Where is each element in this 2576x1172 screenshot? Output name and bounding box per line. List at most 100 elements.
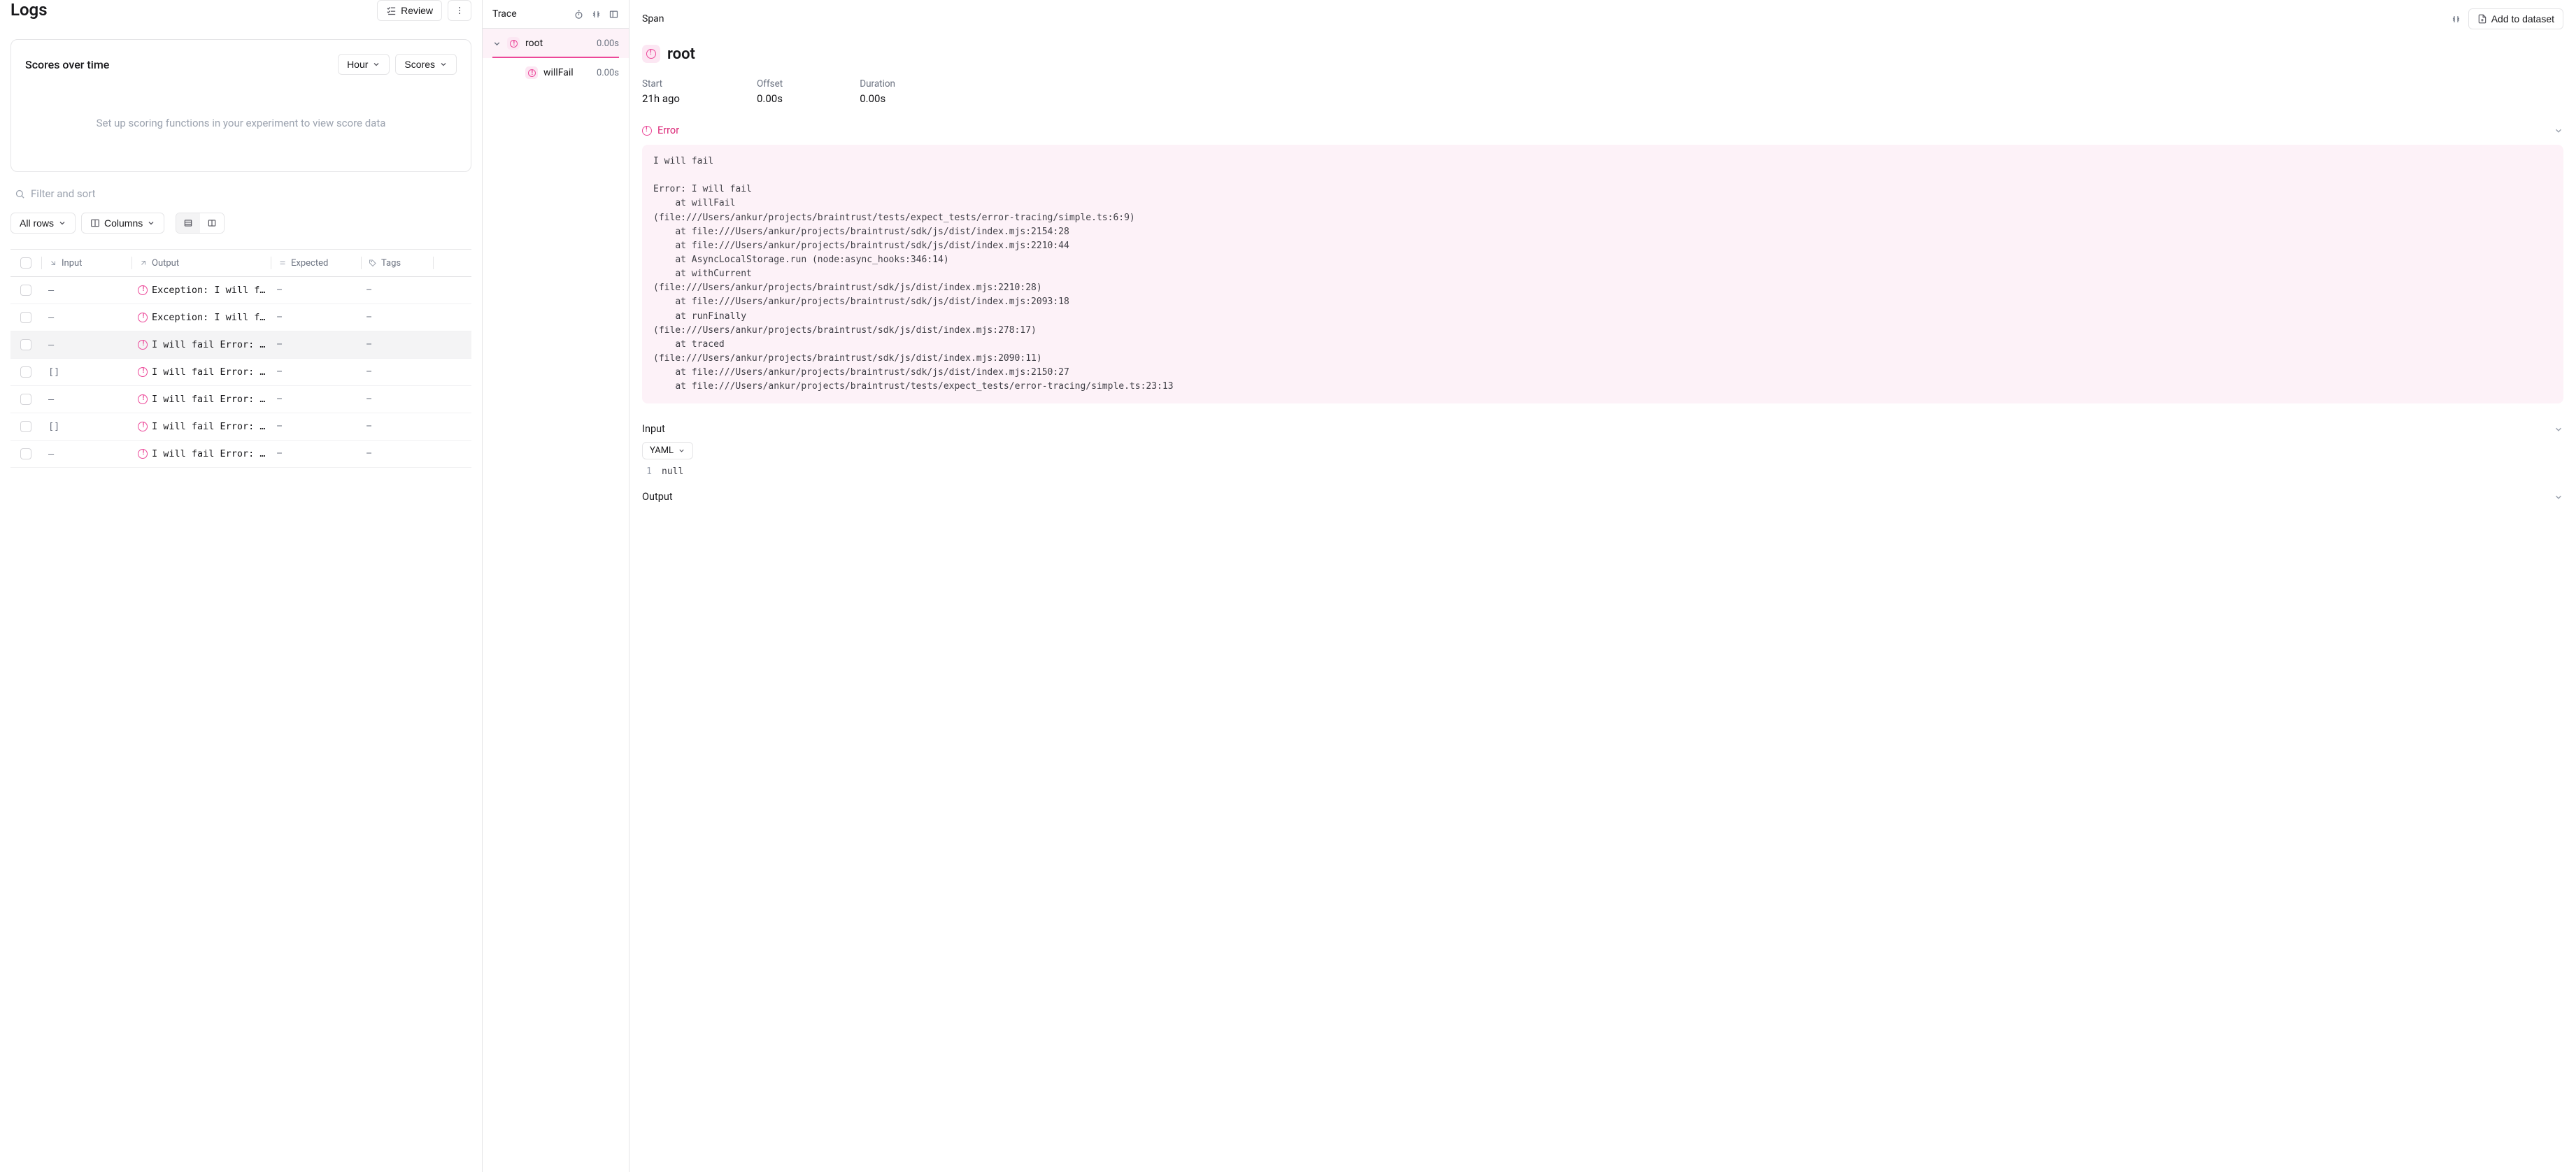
more-menu-button[interactable] xyxy=(448,0,471,21)
collapse-icon[interactable] xyxy=(591,9,602,20)
chevron-down-icon[interactable] xyxy=(492,39,501,48)
cell-tags: – xyxy=(366,312,372,323)
split-view-icon xyxy=(207,218,217,228)
cell-expected: – xyxy=(276,448,283,459)
cell-input: – xyxy=(48,312,54,323)
filter-placeholder: Filter and sort xyxy=(31,187,96,200)
search-icon xyxy=(15,189,25,199)
error-icon xyxy=(138,422,148,431)
metric-label: Scores xyxy=(404,59,435,70)
input-section-title[interactable]: Input xyxy=(642,423,665,435)
chevron-down-icon[interactable] xyxy=(2554,492,2563,502)
error-badge xyxy=(507,37,520,50)
cell-output: I will fail Error: … xyxy=(152,366,266,378)
error-icon xyxy=(138,285,148,295)
col-header-output[interactable]: Output xyxy=(132,250,271,276)
chevron-down-icon xyxy=(678,447,685,455)
trace-item[interactable]: willFail0.00s xyxy=(483,58,629,87)
table-row[interactable]: []I will fail Error: …–– xyxy=(10,413,471,441)
cell-output: Exception: I will f… xyxy=(152,285,266,296)
input-line-number: 1 xyxy=(642,466,652,477)
filter-input[interactable]: Filter and sort xyxy=(10,187,471,200)
error-icon xyxy=(138,313,148,322)
add-to-dataset-label: Add to dataset xyxy=(2491,13,2554,24)
logs-table: Input Output Expected Tags xyxy=(10,249,471,468)
view-toggle xyxy=(176,213,225,234)
table-row[interactable]: –Exception: I will f…–– xyxy=(10,277,471,304)
trace-item[interactable]: root 0.00s xyxy=(483,29,629,58)
stopwatch-icon[interactable] xyxy=(574,9,584,20)
table-row[interactable]: –I will fail Error: …–– xyxy=(10,441,471,468)
row-checkbox[interactable] xyxy=(20,339,31,350)
row-checkbox[interactable] xyxy=(20,285,31,296)
select-all-checkbox[interactable] xyxy=(20,257,31,269)
columns-button[interactable]: Columns xyxy=(81,213,164,234)
col-header-input[interactable]: Input xyxy=(42,250,131,276)
error-icon xyxy=(646,49,656,59)
more-vertical-icon xyxy=(455,6,464,15)
metric-select[interactable]: Scores xyxy=(395,54,457,75)
cell-expected: – xyxy=(276,421,283,432)
cell-expected: – xyxy=(276,366,283,378)
span-label: Span xyxy=(642,13,664,24)
meta-offset-value: 0.00s xyxy=(757,92,783,105)
col-header-expected[interactable]: Expected xyxy=(271,250,361,276)
cell-expected: – xyxy=(276,312,283,323)
columns-icon xyxy=(90,218,100,228)
review-button[interactable]: Review xyxy=(377,0,442,21)
error-icon xyxy=(138,367,148,377)
cell-input: [] xyxy=(48,366,59,378)
chevron-down-icon[interactable] xyxy=(2554,126,2563,136)
cell-input: – xyxy=(48,448,54,459)
row-checkbox[interactable] xyxy=(20,421,31,432)
meta-duration-label: Duration xyxy=(860,78,895,90)
row-checkbox[interactable] xyxy=(20,448,31,459)
time-bucket-select[interactable]: Hour xyxy=(338,54,390,75)
error-text: I will fail Error: I will fail at willFa… xyxy=(642,145,2563,403)
arrow-down-right-icon xyxy=(49,259,57,267)
scores-empty-message: Set up scoring functions in your experim… xyxy=(25,75,457,157)
output-section-title[interactable]: Output xyxy=(642,491,673,503)
table-row[interactable]: []I will fail Error: …–– xyxy=(10,359,471,386)
error-icon xyxy=(138,394,148,404)
view-list-button[interactable] xyxy=(176,213,200,233)
chevron-down-icon[interactable] xyxy=(2554,424,2563,434)
cell-input: – xyxy=(48,285,54,296)
cell-output: I will fail Error: … xyxy=(152,394,266,405)
panel-icon[interactable] xyxy=(609,9,619,20)
error-icon xyxy=(510,40,518,48)
chevron-down-icon xyxy=(439,60,448,69)
trace-item-duration: 0.00s xyxy=(597,38,619,49)
equals-icon xyxy=(278,259,287,267)
row-checkbox[interactable] xyxy=(20,366,31,378)
cell-input: [] xyxy=(48,421,59,432)
scores-card: Scores over time Hour Scores Set up scor… xyxy=(10,39,471,172)
meta-start-label: Start xyxy=(642,78,680,90)
error-section-title[interactable]: Error xyxy=(642,124,679,136)
checklist-icon xyxy=(386,6,397,16)
add-to-dataset-button[interactable]: Add to dataset xyxy=(2468,8,2563,29)
trace-item-name: root xyxy=(525,38,543,49)
columns-label: Columns xyxy=(104,217,143,229)
row-checkbox[interactable] xyxy=(20,312,31,323)
table-row[interactable]: –Exception: I will f…–– xyxy=(10,304,471,331)
error-badge xyxy=(525,66,538,79)
arrow-up-right-icon xyxy=(139,259,148,267)
tag-icon xyxy=(369,259,377,267)
col-header-tags[interactable]: Tags xyxy=(362,250,433,276)
rows-filter-button[interactable]: All rows xyxy=(10,213,76,234)
trace-item-name: willFail xyxy=(543,67,574,78)
trace-title: Trace xyxy=(492,8,517,20)
cell-expected: – xyxy=(276,339,283,350)
cell-expected: – xyxy=(276,394,283,405)
scores-card-title: Scores over time xyxy=(25,58,109,71)
table-row[interactable]: –I will fail Error: …–– xyxy=(10,331,471,359)
collapse-icon[interactable] xyxy=(2451,14,2461,24)
input-format-select[interactable]: YAML xyxy=(642,442,693,459)
meta-duration-value: 0.00s xyxy=(860,92,895,105)
row-checkbox[interactable] xyxy=(20,394,31,405)
view-split-button[interactable] xyxy=(200,213,224,233)
meta-offset-label: Offset xyxy=(757,78,783,90)
review-label: Review xyxy=(401,5,433,16)
table-row[interactable]: –I will fail Error: …–– xyxy=(10,386,471,413)
